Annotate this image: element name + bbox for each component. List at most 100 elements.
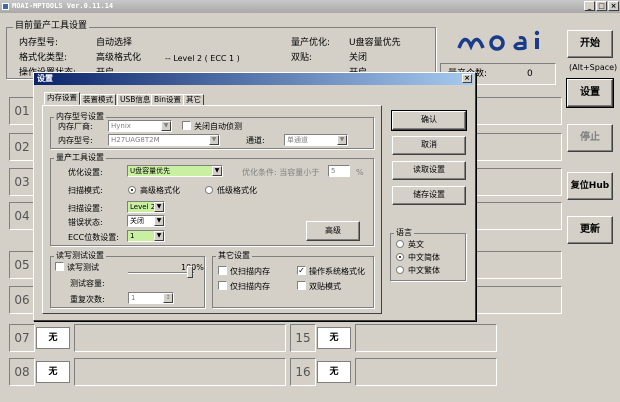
start-hint: (Alt+Space)	[569, 63, 618, 72]
opt-cond-label: 优化条件: 当容量小于	[242, 168, 320, 177]
lang-en-label: 英文	[408, 240, 424, 249]
scan-only-label: 仅扫描内存	[230, 267, 270, 276]
close-button[interactable]: ×	[608, 1, 619, 11]
mem-model-label: 内存型号:	[19, 38, 59, 48]
rw-test-checkbox[interactable]	[55, 262, 64, 271]
save-settings-button[interactable]: 储存设置	[392, 186, 466, 205]
slot-number: 01	[9, 97, 35, 125]
lang-zh-s-radio[interactable]	[396, 253, 404, 261]
moai-logo	[455, 26, 555, 56]
chevron-down-icon: ▼	[212, 166, 222, 176]
chevron-down-icon: ▼	[154, 202, 164, 212]
model-label: 内存型号:	[58, 136, 93, 145]
opt-cond-input[interactable]: 5	[328, 165, 350, 177]
opt-setting-label: 优化设置:	[68, 168, 103, 177]
minimize-button[interactable]: _	[584, 1, 595, 11]
repeat-input[interactable]: 1 ↕	[128, 292, 174, 304]
chevron-down-icon: ▼	[161, 121, 171, 131]
model-select[interactable]: H27UAG8T2M ▼	[108, 134, 220, 146]
slot-number: 08	[9, 358, 35, 386]
capacity-label: 测试容量:	[70, 279, 105, 288]
slot-number: 05	[9, 251, 35, 279]
slot-progress-box	[355, 324, 497, 352]
slot-progress-box	[355, 358, 497, 386]
stop-button[interactable]: 停止	[567, 124, 613, 152]
opt-cond-unit: %	[356, 168, 364, 177]
capacity-slider-handle[interactable]	[187, 266, 193, 278]
slot-number: 07	[9, 324, 35, 352]
slot-status: 无	[36, 361, 70, 383]
slot-number: 06	[9, 286, 35, 314]
update-button[interactable]: 更新	[567, 216, 613, 244]
dual-value: 关闭	[349, 53, 368, 63]
auto-detect-checkbox[interactable]	[182, 121, 191, 130]
scan-only-b-checkbox[interactable]	[218, 281, 227, 290]
format-level-value: -- Level 2 ( ECC 1 )	[165, 54, 240, 63]
scan-only-b-label: 仅扫描内存	[230, 282, 270, 291]
current-settings-title: 目前量产工具设置	[13, 21, 90, 31]
opt-value: U盘容量优先	[349, 38, 401, 48]
dialog-close-button[interactable]: ×	[462, 74, 472, 83]
vendor-select[interactable]: Hynix ▼	[108, 120, 172, 132]
os-format-label: 操作系统格式化	[309, 267, 365, 276]
channel-label: 通道:	[246, 136, 265, 145]
tool-group-title: 量产工具设置	[54, 153, 106, 163]
scan-low-label: 低级格式化	[217, 186, 257, 195]
dual-label: 双贴:	[291, 53, 313, 63]
tab-memory[interactable]: 内存设置	[44, 92, 80, 105]
slot-number: 04	[9, 202, 35, 230]
slot-progress-box	[74, 324, 286, 352]
cancel-button[interactable]: 取消	[392, 136, 466, 155]
slot-number: 03	[9, 168, 35, 196]
opt-setting-select[interactable]: U盘容量优先 ▼	[127, 165, 223, 177]
chevron-down-icon: ▼	[154, 231, 164, 241]
language-group-title: 语言	[394, 228, 414, 238]
slot-number: 16	[290, 358, 316, 386]
window-title-bar: MOAI-MPTOOLS Ver.0.11.14	[0, 0, 620, 13]
slot-number: 02	[9, 133, 35, 161]
slot-status: 无	[317, 361, 351, 383]
rw-group-title: 读写测试设置	[54, 251, 106, 261]
scan-adv-label: 高级格式化	[140, 186, 180, 195]
slot-progress-box	[74, 358, 286, 386]
chevron-down-icon: ▼	[209, 135, 219, 145]
start-button[interactable]: 开始	[567, 30, 613, 58]
other-group-title: 其它设置	[216, 251, 252, 261]
scan-set-select[interactable]: Level 2 ▼	[127, 201, 165, 213]
lang-zh-s-label: 中文简体	[408, 253, 440, 262]
counter-value: 0	[527, 69, 533, 79]
mem-model-value: 自动选择	[96, 38, 133, 48]
scan-mode-label: 扫描模式:	[68, 186, 103, 195]
scan-only-checkbox[interactable]	[218, 266, 227, 275]
vendor-label: 内存厂商:	[58, 122, 93, 131]
lang-zh-t-radio[interactable]	[396, 266, 404, 274]
channel-select[interactable]: 单通道 ▼	[284, 134, 348, 146]
settings-button[interactable]: 设置	[566, 78, 614, 108]
read-settings-button[interactable]: 读取设置	[392, 161, 466, 180]
slot-status: 无	[36, 327, 70, 349]
lang-en-radio[interactable]	[396, 240, 404, 248]
auto-detect-label: 关闭自动侦测	[194, 122, 242, 131]
err-label: 错误状态:	[68, 218, 103, 227]
advanced-button[interactable]: 高级	[306, 221, 360, 241]
slot-status: 无	[317, 327, 351, 349]
dual-checkbox[interactable]	[297, 281, 306, 290]
reset-hub-button[interactable]: 复位Hub	[567, 172, 613, 200]
repeat-label: 重复次数:	[70, 295, 105, 304]
format-type-value: 高级格式化	[96, 53, 142, 63]
scan-set-label: 扫描设置:	[68, 204, 103, 213]
scan-adv-radio[interactable]	[128, 186, 136, 194]
chevron-down-icon: ▼	[154, 216, 164, 226]
lang-zh-t-label: 中文繁体	[408, 266, 440, 275]
opt-label: 量产优化:	[291, 38, 331, 48]
format-type-label: 格式化类型:	[19, 53, 68, 63]
capacity-slider-track[interactable]	[128, 272, 194, 274]
os-format-checkbox[interactable]: ✓	[297, 266, 306, 275]
err-select[interactable]: 关闭 ▼	[127, 215, 165, 227]
scan-low-radio[interactable]	[205, 186, 213, 194]
ok-button[interactable]: 确认	[391, 110, 467, 131]
dialog-title: 设置	[37, 74, 53, 83]
rw-test-label: 读写测试	[67, 263, 99, 272]
maximize-button[interactable]: □	[596, 1, 607, 11]
ecc-select[interactable]: 1 ▼	[127, 230, 165, 242]
